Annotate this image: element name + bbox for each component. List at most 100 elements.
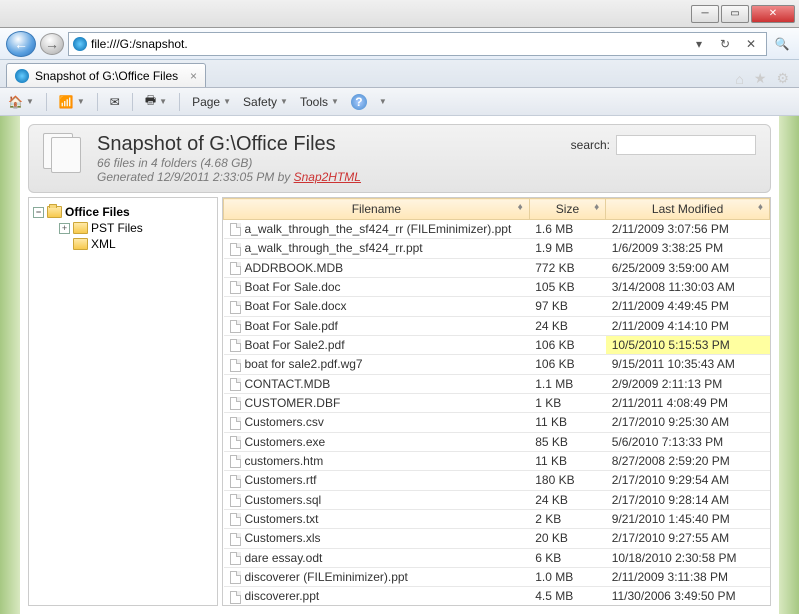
table-row[interactable]: dare essay.odt6 KB10/18/2010 2:30:58 PM	[224, 548, 770, 567]
column-size[interactable]: Size♦	[529, 199, 605, 220]
table-row[interactable]: Boat For Sale.doc105 KB3/14/2008 11:30:0…	[224, 277, 770, 296]
cell-filename: dare essay.odt	[224, 548, 530, 567]
browser-navbar: ← → ▾ ↻ ✕ 🔍	[0, 28, 799, 60]
cell-size: 11 KB	[529, 451, 605, 470]
table-row[interactable]: ADDRBOOK.MDB772 KB6/25/2009 3:59:00 AM	[224, 258, 770, 277]
window-minimize-button[interactable]: ─	[691, 5, 719, 23]
generated-line: Generated 12/9/2011 2:33:05 PM by Snap2H…	[97, 170, 361, 184]
cell-size: 106 KB	[529, 355, 605, 374]
tree-child[interactable]: + PST Files	[33, 220, 213, 236]
cell-date: 3/14/2008 11:30:03 AM	[606, 277, 770, 296]
column-filename[interactable]: Filename♦	[224, 199, 530, 220]
forward-button[interactable]: →	[40, 33, 64, 55]
collapse-icon[interactable]: −	[33, 207, 44, 218]
tab-strip: Snapshot of G:\Office Files × ⌂ ★ ⚙	[0, 60, 799, 88]
cell-size: 4.5 MB	[529, 587, 605, 605]
file-icon	[230, 281, 241, 294]
cell-size: 1.0 MB	[529, 567, 605, 586]
tree-child[interactable]: XML	[33, 236, 213, 252]
expand-icon[interactable]: +	[59, 223, 70, 234]
table-row[interactable]: Customers.exe85 KB5/6/2010 7:13:33 PM	[224, 432, 770, 451]
url-input[interactable]	[91, 37, 684, 51]
table-row[interactable]: Customers.csv11 KB2/17/2010 9:25:30 AM	[224, 413, 770, 432]
window-maximize-button[interactable]: ▭	[721, 5, 749, 23]
cell-filename: ADDRBOOK.MDB	[224, 258, 530, 277]
folder-tree: − Office Files + PST Files XML	[28, 197, 218, 606]
window-close-button[interactable]: ✕	[751, 5, 795, 23]
cell-filename: Customers.exe	[224, 432, 530, 451]
documents-icon	[43, 133, 85, 175]
browser-tab[interactable]: Snapshot of G:\Office Files ×	[6, 63, 206, 87]
page-content: Snapshot of G:\Office Files 66 files in …	[0, 116, 799, 614]
page-menu[interactable]: Page▼	[192, 95, 231, 109]
window-titlebar: ─ ▭ ✕	[0, 0, 799, 28]
stop-icon[interactable]: ✕	[740, 33, 762, 55]
home-icon[interactable]: ⌂	[735, 71, 743, 87]
cell-filename: CUSTOMER.DBF	[224, 393, 530, 412]
table-row[interactable]: discoverer.ppt4.5 MB11/30/2006 3:49:50 P…	[224, 587, 770, 605]
snap2html-link[interactable]: Snap2HTML	[294, 170, 361, 184]
table-row[interactable]: Boat For Sale2.pdf106 KB10/5/2010 5:15:5…	[224, 335, 770, 354]
cell-date: 1/6/2009 3:38:25 PM	[606, 239, 770, 258]
cell-filename: discoverer.ppt	[224, 587, 530, 605]
table-row[interactable]: a_walk_through_the_sf424_rr (FILEminimiz…	[224, 220, 770, 239]
table-row[interactable]: discoverer (FILEminimizer).ppt1.0 MB2/11…	[224, 567, 770, 586]
table-row[interactable]: Customers.txt2 KB9/21/2010 1:45:40 PM	[224, 509, 770, 528]
cell-size: 11 KB	[529, 413, 605, 432]
table-row[interactable]: Customers.rtf180 KB2/17/2010 9:29:54 AM	[224, 471, 770, 490]
table-row[interactable]: customers.htm11 KB8/27/2008 2:59:20 PM	[224, 451, 770, 470]
sort-icon: ♦	[594, 202, 599, 213]
folder-icon	[73, 222, 88, 234]
close-tab-icon[interactable]: ×	[190, 69, 197, 83]
home-menu-icon[interactable]: 🏠▼	[8, 95, 34, 109]
tools-menu[interactable]: Tools▼	[300, 95, 339, 109]
sort-icon: ♦	[758, 202, 763, 213]
back-button[interactable]: ←	[6, 31, 36, 57]
table-row[interactable]: CUSTOMER.DBF1 KB2/11/2011 4:08:49 PM	[224, 393, 770, 412]
table-row[interactable]: Customers.xls20 KB2/17/2010 9:27:55 AM	[224, 529, 770, 548]
address-bar[interactable]: ▾ ↻ ✕	[68, 32, 767, 56]
left-gradient	[0, 116, 20, 614]
mail-icon[interactable]: ✉	[110, 95, 120, 109]
cell-filename: discoverer (FILEminimizer).ppt	[224, 567, 530, 586]
table-row[interactable]: Boat For Sale.pdf24 KB2/11/2009 4:14:10 …	[224, 316, 770, 335]
cell-date: 2/11/2009 3:07:56 PM	[606, 220, 770, 239]
cell-size: 772 KB	[529, 258, 605, 277]
cell-date: 10/18/2010 2:30:58 PM	[606, 548, 770, 567]
print-icon[interactable]: 🖶▼	[145, 91, 167, 112]
page-title: Snapshot of G:\Office Files	[97, 133, 361, 156]
cell-size: 85 KB	[529, 432, 605, 451]
file-icon	[230, 571, 241, 584]
dropdown-icon[interactable]: ▾	[688, 33, 710, 55]
feeds-icon[interactable]: 📶▼	[59, 95, 85, 109]
cell-size: 6 KB	[529, 548, 605, 567]
table-row[interactable]: a_walk_through_the_sf424_rr.ppt1.9 MB1/6…	[224, 239, 770, 258]
search-input[interactable]	[616, 135, 756, 155]
file-icon	[230, 591, 241, 604]
help-icon[interactable]: ?	[351, 94, 367, 110]
cell-filename: Customers.txt	[224, 509, 530, 528]
safety-menu[interactable]: Safety▼	[243, 95, 288, 109]
refresh-icon[interactable]: ↻	[714, 33, 736, 55]
cell-size: 1.1 MB	[529, 374, 605, 393]
cell-filename: Customers.sql	[224, 490, 530, 509]
cell-date: 2/11/2009 4:49:45 PM	[606, 297, 770, 316]
table-row[interactable]: boat for sale2.pdf.wg7106 KB9/15/2011 10…	[224, 355, 770, 374]
table-row[interactable]: CONTACT.MDB1.1 MB2/9/2009 2:11:13 PM	[224, 374, 770, 393]
cell-date: 9/21/2010 1:45:40 PM	[606, 509, 770, 528]
tree-root[interactable]: − Office Files	[33, 204, 213, 220]
search-icon[interactable]: 🔍	[771, 33, 793, 55]
table-row[interactable]: Customers.sql24 KB2/17/2010 9:28:14 AM	[224, 490, 770, 509]
cell-size: 24 KB	[529, 316, 605, 335]
cell-date: 2/9/2009 2:11:13 PM	[606, 374, 770, 393]
cell-date: 9/15/2011 10:35:43 AM	[606, 355, 770, 374]
tools-icon[interactable]: ⚙	[776, 70, 789, 87]
tab-title: Snapshot of G:\Office Files	[35, 69, 178, 83]
cell-date: 2/17/2010 9:28:14 AM	[606, 490, 770, 509]
cell-filename: Customers.csv	[224, 413, 530, 432]
cell-date: 2/11/2009 3:11:38 PM	[606, 567, 770, 586]
file-icon	[230, 262, 241, 275]
column-modified[interactable]: Last Modified♦	[606, 199, 770, 220]
table-row[interactable]: Boat For Sale.docx97 KB2/11/2009 4:49:45…	[224, 297, 770, 316]
favorites-icon[interactable]: ★	[754, 70, 767, 87]
